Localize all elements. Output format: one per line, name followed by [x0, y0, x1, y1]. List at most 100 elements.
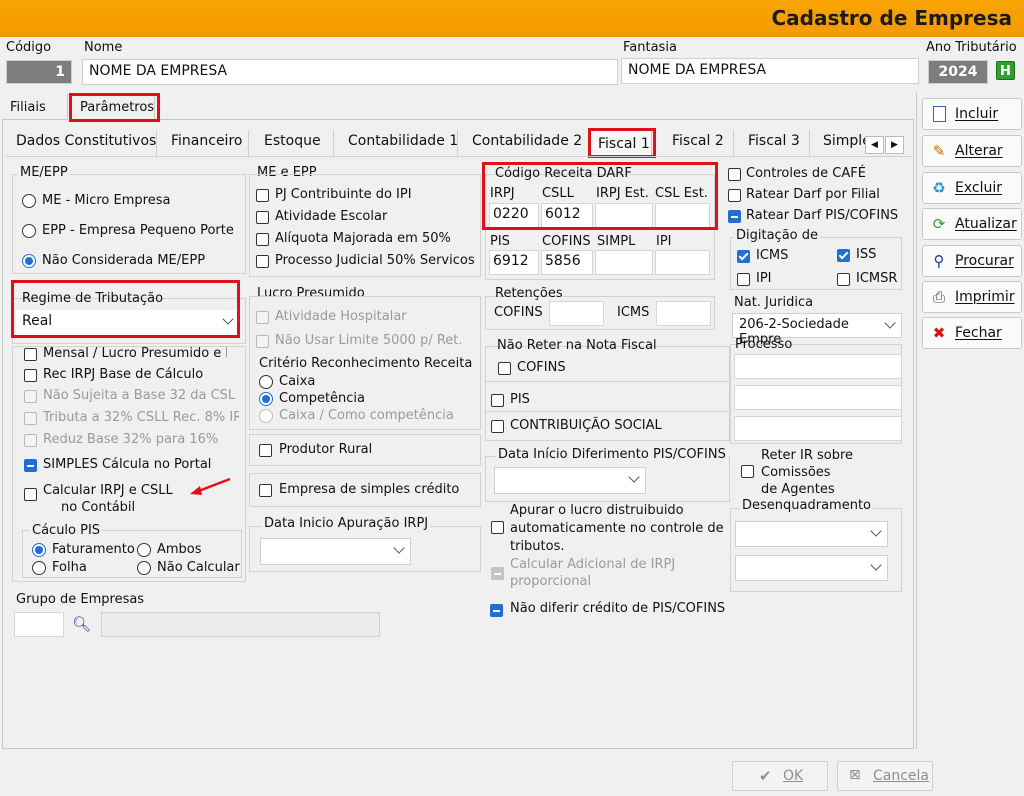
tab-simples[interactable]: Simple — [823, 128, 871, 156]
check-apurar-lucro[interactable] — [491, 521, 504, 534]
check-atividade-escolar[interactable] — [256, 211, 269, 224]
new-document-icon — [933, 106, 946, 122]
radio-caixa[interactable] — [259, 375, 273, 389]
radio-epp[interactable] — [22, 224, 36, 238]
check-dig-icms[interactable] — [737, 250, 750, 263]
check-dig-icmsr[interactable] — [837, 273, 850, 286]
check-nao-reter-cofins[interactable] — [498, 362, 511, 375]
darf-pis-field[interactable]: 6912 — [489, 250, 539, 275]
check-apurar-lucro-label-3: tributos. — [510, 539, 565, 554]
tab-separator — [248, 130, 249, 156]
red-arrow-icon — [190, 477, 231, 495]
check-nao-reter-contribuicao-label: CONTRIBUIÇÃO SOCIAL — [510, 418, 662, 433]
check-ratear-filial-label: Ratear Darf por Filial — [746, 187, 880, 202]
tab-financeiro[interactable]: Financeiro — [171, 128, 242, 156]
tab-fiscal-3[interactable]: Fiscal 3 — [748, 128, 800, 156]
processo-field-1[interactable] — [734, 354, 902, 379]
radio-nao-considerada[interactable] — [22, 254, 36, 268]
darf-label-cofins: COFINS — [542, 234, 591, 249]
procurar-button[interactable]: ⚲ Procurar — [922, 245, 1022, 277]
check-controles-cafe[interactable] — [728, 168, 741, 181]
check-nao-diferir-label: Não diferir crédito de PIS/COFINS — [510, 601, 726, 616]
imprimir-button[interactable]: ⎙ Imprimir — [922, 281, 1022, 313]
grupo-empresas-label: Grupo de Empresas — [16, 592, 145, 607]
fechar-label: Fechar — [955, 325, 1002, 341]
check-simples-portal[interactable] — [24, 459, 37, 472]
retencoes-cofins-field[interactable] — [549, 301, 604, 326]
check-rec-irpj[interactable] — [24, 369, 37, 382]
check-atividade-escolar-label: Atividade Escolar — [275, 209, 388, 224]
tab-estoque[interactable]: Estoque — [264, 128, 321, 156]
check-mensal-lucro[interactable] — [24, 348, 37, 361]
check-nao-reter-contribuicao[interactable] — [491, 420, 504, 433]
diferimento-select[interactable] — [494, 467, 646, 494]
check-apurar-lucro-label-2: automaticamente no controle de — [510, 521, 724, 536]
tab-scroll-right-icon[interactable]: ▶ — [885, 136, 904, 154]
nat-juridica-select[interactable]: 206-2-Sociedade Empre — [732, 313, 902, 347]
tab-contabilidade-2[interactable]: Contabilidade 2 — [472, 128, 582, 156]
check-dig-iss[interactable] — [837, 249, 850, 262]
ano-help-button[interactable]: H — [996, 61, 1015, 80]
nome-field[interactable]: NOME DA EMPRESA — [82, 59, 618, 85]
radio-nao-calcular[interactable] — [137, 561, 151, 575]
check-adicional-irpj — [491, 567, 504, 580]
check-ratear-filial[interactable] — [728, 189, 741, 202]
cancel-button[interactable]: ⊠ Cancela — [837, 761, 933, 791]
tab-scroll-left-icon[interactable]: ◀ — [865, 136, 884, 154]
data-irpj-select[interactable] — [260, 538, 411, 565]
ano-field[interactable]: 2024 — [928, 60, 988, 84]
desenquadramento-select-1[interactable] — [735, 521, 888, 547]
grupo-empresas-code-field[interactable] — [14, 612, 64, 637]
check-nao-diferir[interactable] — [490, 604, 503, 617]
fechar-button[interactable]: ✖ Fechar — [922, 317, 1022, 349]
check-ratear-pis-cofins-label: Ratear Darf PIS/COFINS — [746, 208, 899, 223]
incluir-button[interactable]: Incluir — [922, 98, 1022, 130]
darf-cofins-field[interactable]: 5856 — [541, 250, 593, 275]
check-ratear-pis-cofins[interactable] — [728, 210, 741, 223]
radio-me-label: ME - Micro Empresa — [42, 193, 171, 208]
radio-me[interactable] — [22, 194, 36, 208]
check-pj-ipi[interactable] — [256, 189, 269, 202]
check-produtor-rural[interactable] — [259, 444, 272, 457]
check-empresa-simples[interactable] — [259, 484, 272, 497]
tab-contabilidade-1[interactable]: Contabilidade 1 — [348, 128, 458, 156]
tab-filiais[interactable]: Filiais — [10, 100, 46, 115]
excluir-button[interactable]: ♻ Excluir — [922, 172, 1022, 204]
tab-dados-constitutivos[interactable]: Dados Constitutivos — [16, 128, 156, 156]
radio-folha[interactable] — [32, 561, 46, 575]
ok-button[interactable]: ✔ OK — [732, 761, 828, 791]
highlight-parametros — [69, 93, 160, 122]
chevron-down-icon — [884, 317, 896, 329]
grupo-empresas-name-field — [101, 612, 380, 637]
binoculars-icon[interactable]: 🔍︎ — [72, 615, 94, 633]
check-nao-reter-pis[interactable] — [491, 394, 504, 407]
tab-fiscal-2[interactable]: Fiscal 2 — [672, 128, 724, 156]
radio-faturamento[interactable] — [32, 543, 46, 557]
check-reduz-base-label: Reduz Base 32% para 16% — [43, 432, 219, 447]
check-processo-judicial[interactable] — [256, 255, 269, 268]
radio-caixa-competencia-label: Caixa / Como competência — [279, 408, 454, 423]
radio-competencia[interactable] — [259, 392, 273, 406]
check-nao-sujeita-label: Não Sujeita a Base 32 da CSL — [43, 388, 236, 403]
tab-baseline — [6, 156, 912, 157]
check-reter-ir[interactable] — [741, 465, 754, 478]
desenquadramento-select-2[interactable] — [735, 555, 888, 581]
darf-ipi-field[interactable] — [655, 250, 710, 275]
processo-field-2[interactable] — [734, 385, 902, 410]
tab-separator — [333, 130, 334, 156]
check-calcular-irpj[interactable] — [24, 488, 37, 501]
check-mensal-lucro-label: Mensal / Lucro Presumido e F — [43, 346, 227, 361]
radio-ambos[interactable] — [137, 543, 151, 557]
codigo-field[interactable]: 1 — [6, 60, 72, 84]
processo-field-3[interactable] — [734, 416, 902, 441]
darf-simpl-field[interactable] — [595, 250, 653, 275]
check-dig-ipi[interactable] — [737, 273, 750, 286]
nat-juridica-title: Nat. Juridica — [734, 295, 814, 310]
check-dig-icms-label: ICMS — [756, 248, 789, 263]
fantasia-field[interactable]: NOME DA EMPRESA — [621, 58, 919, 84]
atualizar-button[interactable]: ⟳ Atualizar — [922, 208, 1022, 240]
retencoes-icms-field[interactable] — [656, 301, 711, 326]
check-aliquota-majorada[interactable] — [256, 233, 269, 246]
chevron-down-icon — [628, 471, 640, 483]
alterar-button[interactable]: ✎ Alterar — [922, 135, 1022, 167]
